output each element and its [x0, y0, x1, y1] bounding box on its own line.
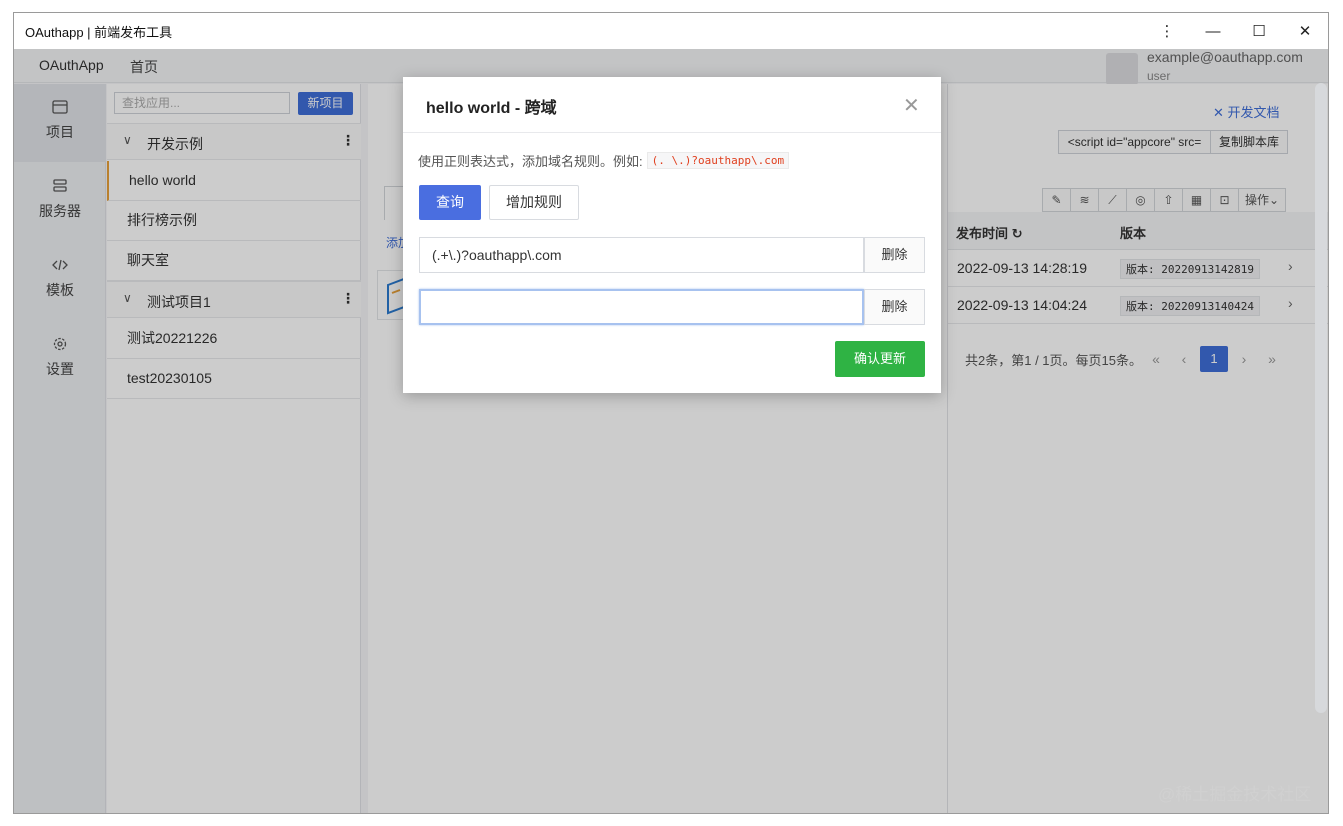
divider — [403, 132, 941, 133]
query-button[interactable]: 查询 — [419, 185, 481, 220]
close-window-button[interactable]: ✕ — [1282, 13, 1328, 49]
close-icon[interactable]: ✕ — [903, 93, 920, 118]
app-window: OAuthapp | 前端发布工具 ⋮ — ☐ ✕ OAuthApp 首页 ex… — [13, 12, 1329, 814]
maximize-button[interactable]: ☐ — [1236, 13, 1282, 49]
confirm-update-button[interactable]: 确认更新 — [835, 341, 925, 377]
more-menu-icon[interactable]: ⋮ — [1144, 13, 1190, 49]
delete-rule-button[interactable]: 删除 — [864, 237, 925, 273]
rule-input[interactable]: (.+\.)?oauthapp\.com — [419, 237, 864, 273]
modal-hint: 使用正则表达式，添加域名规则。例如: (. \.)?oauthapp\.com — [418, 151, 790, 170]
minimize-button[interactable]: — — [1190, 13, 1236, 49]
modal-title: hello world - 跨域 — [426, 100, 557, 117]
add-rule-button[interactable]: 增加规则 — [489, 185, 579, 220]
delete-rule-button[interactable]: 删除 — [864, 289, 925, 325]
scrollbar[interactable] — [1315, 83, 1327, 713]
title-bar: OAuthapp | 前端发布工具 ⋮ — ☐ ✕ — [14, 13, 1328, 49]
window-title: OAuthapp | 前端发布工具 — [25, 24, 173, 40]
watermark: @稀土掘金技术社区 — [1158, 785, 1312, 804]
rule-input[interactable] — [419, 289, 864, 325]
regex-example: (. \.)?oauthapp\.com — [646, 152, 790, 169]
hint-text: 使用正则表达式，添加域名规则。例如: — [418, 154, 643, 169]
cors-modal: hello world - 跨域 ✕ 使用正则表达式，添加域名规则。例如: (.… — [403, 77, 941, 393]
